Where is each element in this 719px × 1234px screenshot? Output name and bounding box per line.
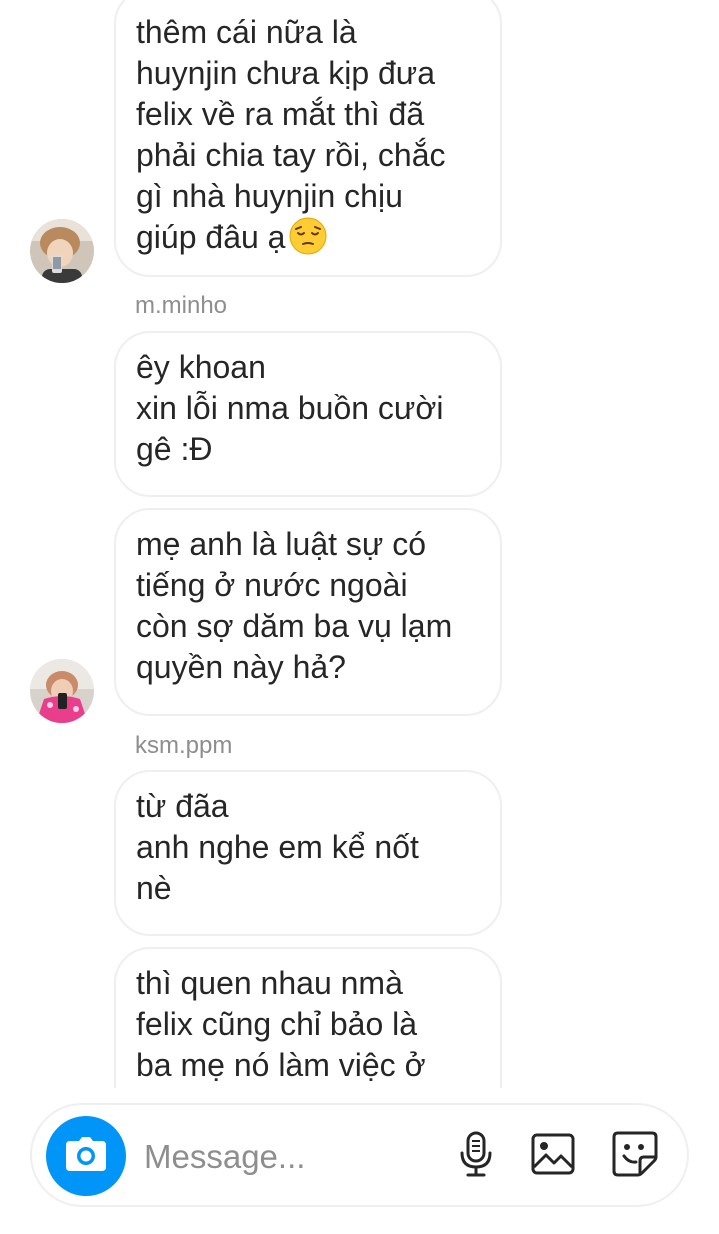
message-bubble[interactable]: từ đãa anh nghe em kể nốt nè — [114, 770, 502, 936]
message-line: gì nhà huynjin chịu — [136, 178, 403, 214]
message-composer — [30, 1103, 689, 1207]
message-bubble[interactable]: thêm cái nữa là huynjin chưa kịp đưa fel… — [114, 0, 502, 277]
message-bubble[interactable]: êy khoan xin lỗi nma buồn cười gê :Đ — [114, 331, 502, 497]
message-line: giúp đâu ạ — [136, 219, 286, 255]
gallery-icon — [531, 1133, 575, 1180]
sender-username[interactable]: m.minho — [135, 292, 227, 320]
avatar[interactable] — [30, 219, 94, 283]
microphone-icon — [458, 1131, 494, 1182]
sticker-button[interactable] — [611, 1131, 659, 1182]
voice-message-button[interactable] — [452, 1131, 500, 1182]
message-line: từ đãa — [136, 788, 229, 824]
message-line: còn sợ dăm ba vụ lạm — [136, 608, 453, 644]
message-line: êy khoan — [136, 349, 266, 385]
message-line-with-emoji: giúp đâu ạ — [136, 217, 480, 258]
message-line: thì quen nhau nmà — [136, 965, 403, 1001]
sticker-icon — [612, 1131, 658, 1182]
message-line: ba mẹ nó làm việc ở — [136, 1047, 426, 1083]
message-line: huynjin chưa kịp đưa — [136, 55, 436, 91]
message-line: nè — [136, 870, 172, 906]
message-line: thêm cái nữa là — [136, 14, 357, 50]
message-line: xin lỗi nma buồn cười — [136, 390, 444, 426]
sender-username[interactable]: ksm.ppm — [135, 732, 232, 760]
message-line: gê :Đ — [136, 431, 213, 467]
pensive-face-emoji — [289, 217, 327, 255]
message-line: quyền này hả? — [136, 649, 346, 685]
message-line: felix về ra mắt thì đã — [136, 96, 425, 132]
message-bubble[interactable]: mẹ anh là luật sự có tiếng ở nước ngoài … — [114, 508, 502, 716]
message-line: tiếng ở nước ngoài — [136, 567, 408, 603]
message-thread[interactable]: thêm cái nữa là huynjin chưa kịp đưa fel… — [0, 0, 719, 1088]
message-input[interactable] — [144, 1135, 434, 1179]
camera-button[interactable] — [46, 1116, 126, 1196]
message-line: mẹ anh là luật sự có — [136, 526, 427, 562]
avatar[interactable] — [30, 659, 94, 723]
message-line: phải chia tay rồi, chắc — [136, 137, 446, 173]
message-line: anh nghe em kể nốt — [136, 829, 419, 865]
gallery-button[interactable] — [529, 1132, 577, 1180]
message-bubble[interactable]: thì quen nhau nmà felix cũng chỉ bảo là … — [114, 947, 502, 1088]
message-line: felix cũng chỉ bảo là — [136, 1006, 418, 1042]
camera-icon — [66, 1136, 106, 1176]
